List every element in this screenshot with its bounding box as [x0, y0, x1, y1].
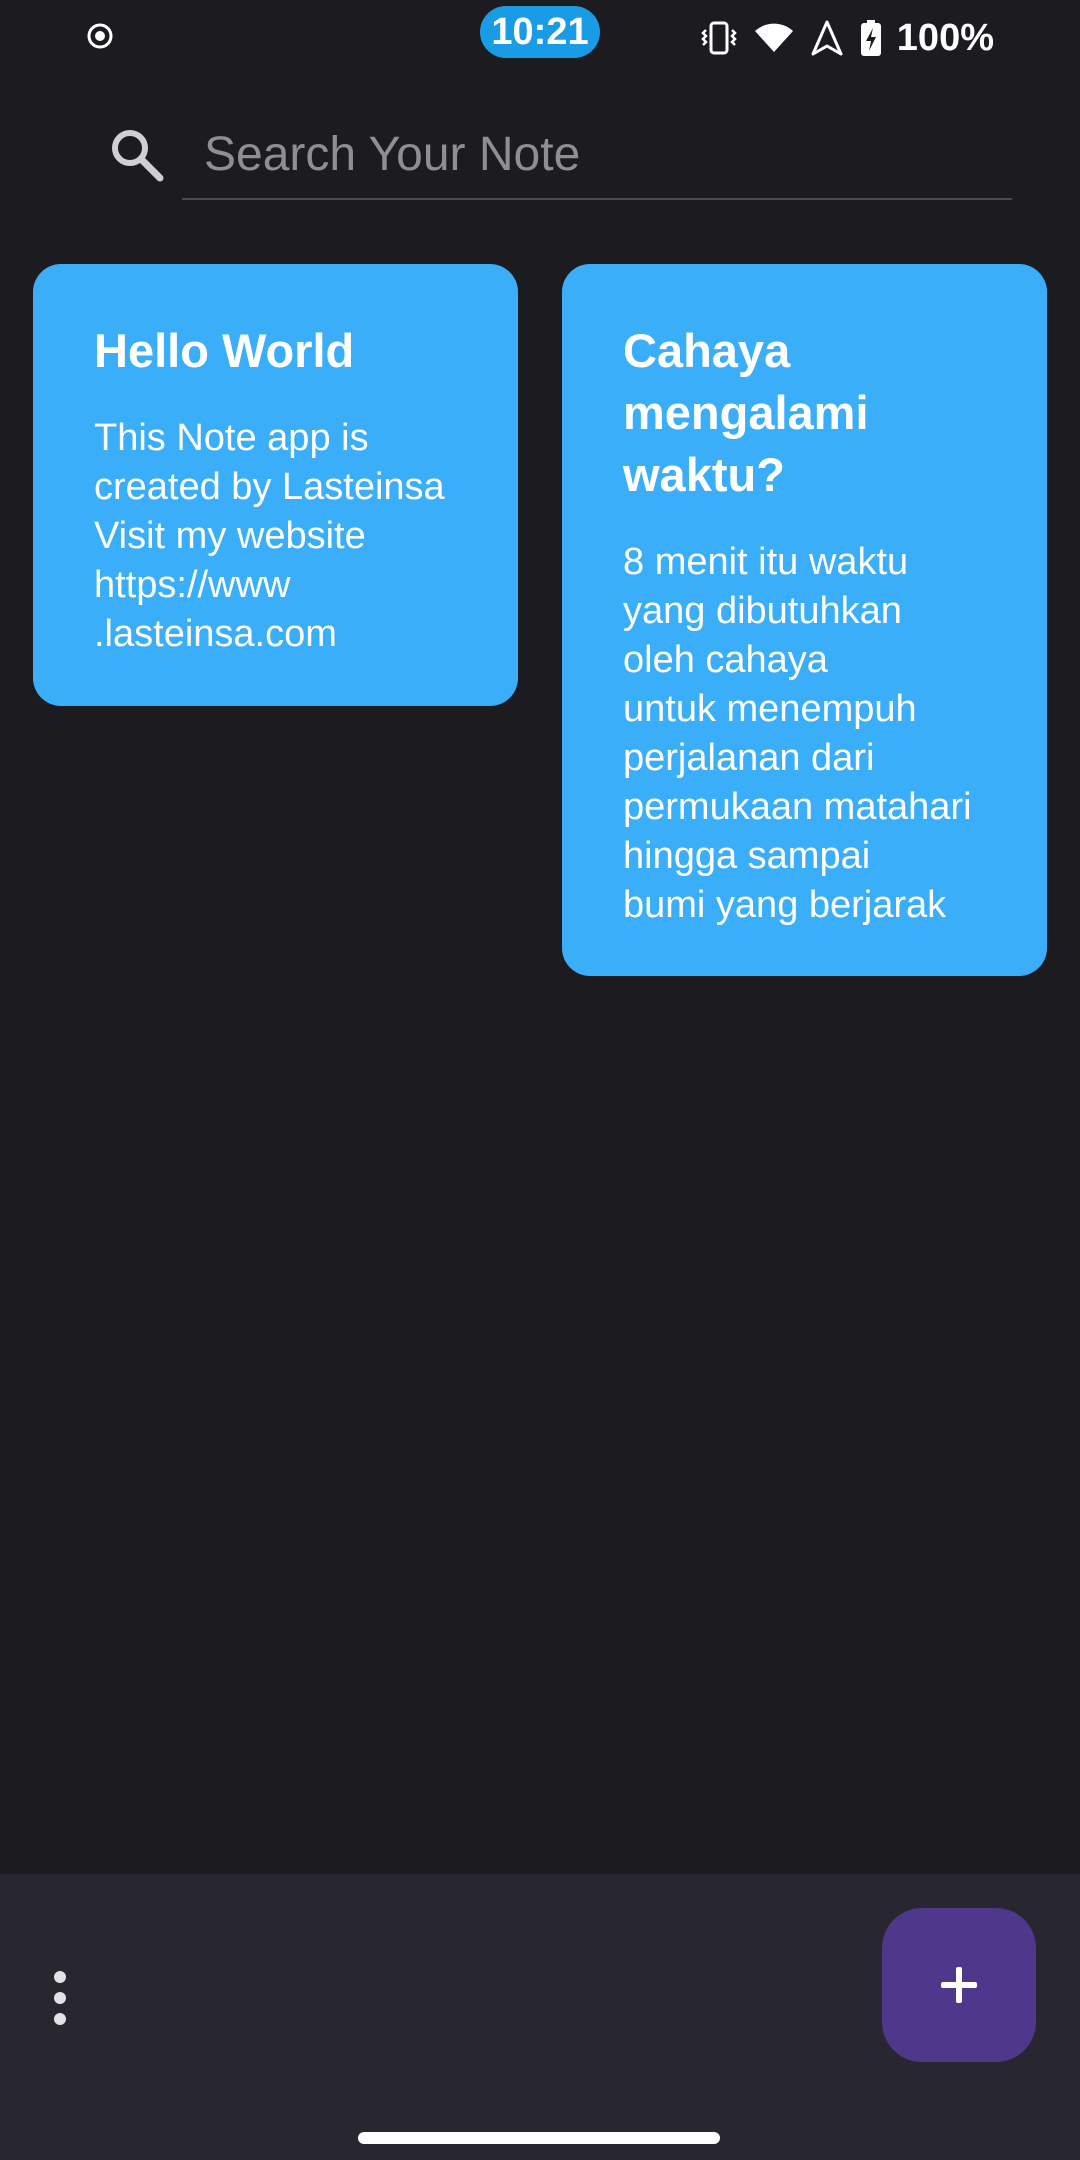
more-vert-icon[interactable] — [40, 1958, 80, 2038]
add-icon — [941, 1967, 977, 2003]
menu-dot — [54, 2013, 66, 2025]
status-bar: 10:21 100% — [0, 0, 1080, 72]
note-title: Hello World — [94, 324, 355, 377]
search-input[interactable] — [182, 110, 1012, 200]
search-icon[interactable] — [108, 126, 166, 184]
bottom-app-bar — [0, 1874, 1080, 2160]
wifi-icon — [754, 23, 793, 52]
note-body: This Note app is created by Lasteinsa Vi… — [94, 417, 445, 655]
status-time: 10:21 — [480, 6, 600, 58]
home-indicator[interactable] — [358, 2132, 720, 2144]
note-card[interactable]: Cahaya mengalami waktu? 8 menit itu wakt… — [562, 264, 1047, 976]
note-body: 8 menit itu waktu yang dibutuhkan oleh c… — [623, 541, 972, 926]
menu-dot — [54, 1971, 66, 1983]
navigation-icon — [811, 20, 843, 56]
add-note-button[interactable] — [882, 1908, 1036, 2062]
vibrate-icon — [701, 21, 737, 55]
note-title: Cahaya mengalami waktu? — [623, 324, 869, 501]
menu-dot — [54, 1992, 66, 2004]
battery-percent: 100% — [896, 16, 994, 59]
battery-charging-icon — [860, 20, 881, 56]
note-card[interactable]: Hello World This Note app is created by … — [33, 264, 518, 706]
record-icon — [87, 23, 113, 49]
status-icons: 100% — [699, 12, 994, 64]
